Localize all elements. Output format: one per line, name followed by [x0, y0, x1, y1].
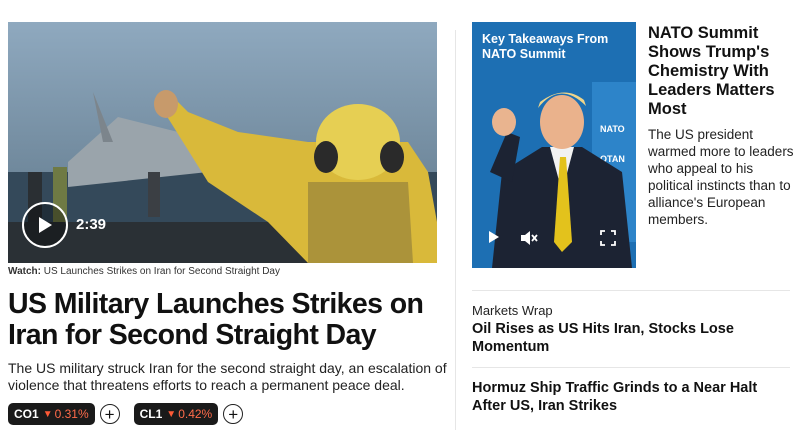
- plus-icon: +: [228, 404, 239, 424]
- divider: [472, 367, 790, 368]
- add-cl1-button[interactable]: +: [223, 404, 244, 424]
- hormuz-headline-link[interactable]: Hormuz Ship Traffic Grinds to a Near Hal…: [472, 380, 790, 415]
- caption-label: Watch:: [8, 266, 41, 277]
- play-icon: [39, 217, 52, 233]
- lead-video-player[interactable]: 2:39: [8, 22, 437, 263]
- ticker-symbol: CO1: [14, 407, 39, 421]
- divider: [472, 290, 790, 291]
- column-divider: [455, 30, 456, 430]
- ticker-change: 0.31%: [54, 407, 89, 421]
- ticker-symbol: CL1: [139, 407, 163, 421]
- lead-video-thumbnail: [8, 22, 437, 263]
- plus-icon: +: [104, 404, 115, 424]
- markets-kicker: Markets Wrap: [472, 303, 553, 318]
- ticker-co1[interactable]: CO1 ▼ 0.31%: [8, 403, 95, 425]
- down-arrow-icon: ▼: [166, 408, 177, 420]
- mute-icon[interactable]: [520, 230, 538, 251]
- play-button[interactable]: [22, 202, 68, 248]
- play-icon[interactable]: [488, 230, 500, 249]
- nato-summary: The US president warmed more to leaders …: [648, 127, 794, 227]
- nato-video-player[interactable]: NATO OTAN Key Takeaways From NATO Summit: [472, 22, 636, 268]
- nato-headline-link[interactable]: NATO Summit Shows Trump's Chemistry With…: [648, 24, 794, 119]
- ticker-bar: CO1 ▼ 0.31% + CL1 ▼ 0.42% +: [8, 403, 257, 425]
- svg-text:NATO: NATO: [600, 124, 625, 134]
- fullscreen-icon[interactable]: [600, 230, 616, 251]
- lead-headline-link[interactable]: US Military Launches Strikes on Iran for…: [8, 289, 448, 351]
- caption-text: US Launches Strikes on Iran for Second S…: [40, 266, 280, 277]
- down-arrow-icon: ▼: [42, 408, 53, 420]
- ticker-cl1[interactable]: CL1 ▼ 0.42%: [133, 403, 219, 425]
- add-co1-button[interactable]: +: [99, 404, 120, 424]
- lead-summary: The US military struck Iran for the seco…: [8, 360, 447, 393]
- video-caption: Watch: US Launches Strikes on Iran for S…: [8, 266, 280, 277]
- video-duration: 2:39: [76, 216, 107, 233]
- ticker-change: 0.42%: [178, 407, 213, 421]
- nato-video-title: Key Takeaways From NATO Summit: [482, 32, 609, 61]
- markets-headline-link[interactable]: Oil Rises as US Hits Iran, Stocks Lose M…: [472, 321, 790, 356]
